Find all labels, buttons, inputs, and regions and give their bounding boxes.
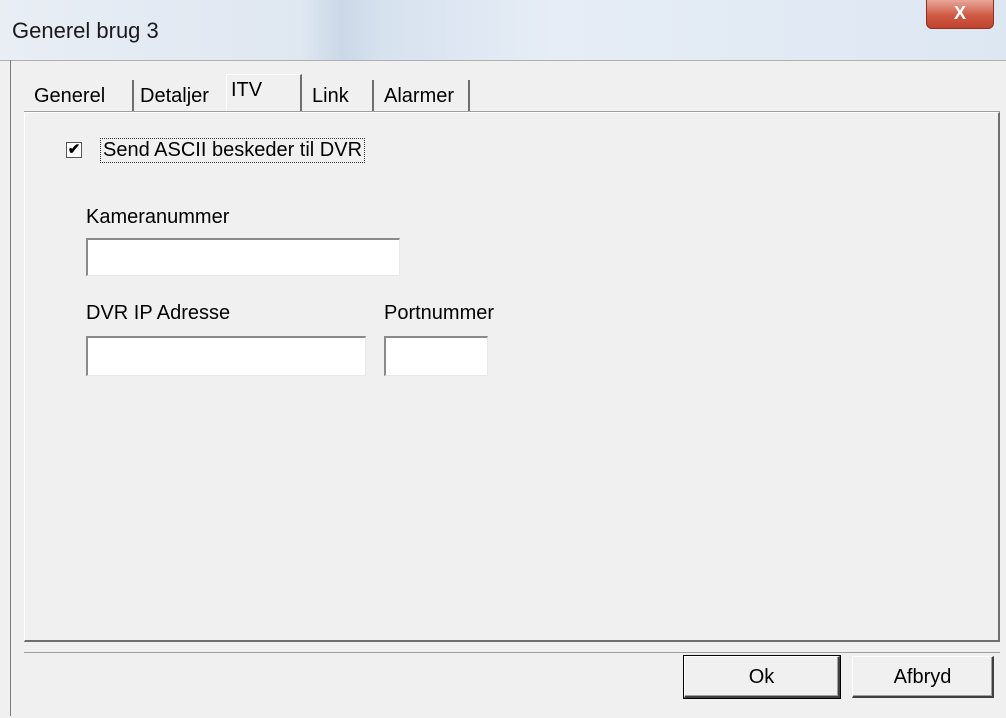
send-ascii-label[interactable]: Send ASCII beskeder til DVR bbox=[100, 138, 366, 163]
close-icon: X bbox=[953, 3, 966, 23]
cancel-button[interactable]: Afbryd bbox=[852, 656, 994, 698]
button-divider bbox=[24, 652, 1000, 653]
tab-itv[interactable]: ITV bbox=[226, 74, 302, 112]
dvr-ip-input[interactable] bbox=[86, 336, 366, 376]
cancel-label: Afbryd bbox=[893, 666, 952, 688]
tab-generel[interactable]: Generel bbox=[30, 80, 134, 112]
title-bar: Generel brug 3 X bbox=[0, 0, 1006, 60]
tab-label: Generel bbox=[34, 85, 106, 107]
frame-divider bbox=[0, 60, 1006, 61]
tab-label: Alarmer bbox=[384, 85, 455, 107]
tab-label: Detaljer bbox=[140, 85, 209, 107]
camera-number-label: Kameranummer bbox=[86, 206, 230, 228]
close-button[interactable]: X bbox=[926, 0, 994, 29]
port-number-input[interactable] bbox=[384, 336, 488, 376]
dvr-ip-label: DVR IP Adresse bbox=[86, 302, 231, 324]
ok-label: Ok bbox=[748, 666, 775, 688]
send-ascii-checkbox[interactable]: ✔ bbox=[66, 142, 82, 158]
ok-button[interactable]: Ok bbox=[683, 655, 841, 699]
frame-edge bbox=[10, 60, 11, 716]
camera-number-input[interactable] bbox=[86, 238, 400, 276]
tab-link[interactable]: Link bbox=[302, 80, 374, 112]
tab-label: Link bbox=[312, 85, 349, 107]
tab-detaljer[interactable]: Detaljer bbox=[136, 80, 222, 112]
port-number-label: Portnummer bbox=[384, 302, 495, 324]
tab-alarmer[interactable]: Alarmer bbox=[376, 80, 470, 112]
checkmark-icon: ✔ bbox=[67, 141, 81, 158]
itv-tab-panel bbox=[24, 112, 1000, 642]
tab-label: ITV bbox=[231, 79, 263, 101]
window-title: Generel brug 3 bbox=[12, 18, 159, 43]
